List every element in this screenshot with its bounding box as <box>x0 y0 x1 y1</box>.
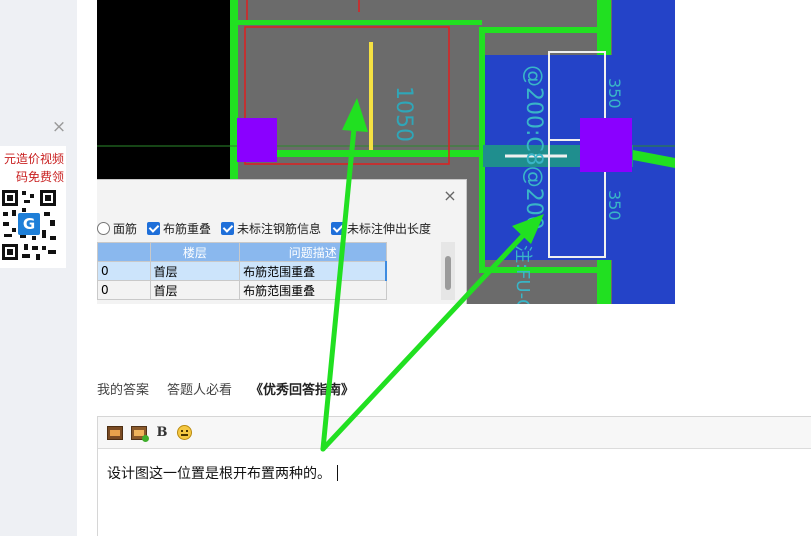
radio-label: 面筋 <box>113 221 138 236</box>
text-caret <box>337 465 338 481</box>
promo-line-1: 元造价视频 <box>3 152 64 166</box>
column-header: 问题描述 <box>239 242 387 262</box>
rebar-label-note: 注:FU-C8 <box>512 245 533 304</box>
checkbox-overlap-icon[interactable] <box>147 221 161 235</box>
upload-image-icon[interactable] <box>131 425 149 442</box>
bold-button[interactable]: B <box>155 425 169 440</box>
qr-badge-text: G <box>23 215 35 233</box>
table-cell: 布筋范围重叠 <box>239 261 388 281</box>
issues-table: 楼层 问题描述 0 首层 布筋范围重叠 0 首层 布筋范围重叠 <box>97 242 388 300</box>
table-cell: 0 <box>97 280 151 300</box>
table-cell: 布筋范围重叠 <box>239 280 387 300</box>
table-header-row: 楼层 问题描述 <box>97 242 387 262</box>
scrollbar-thumb[interactable] <box>445 256 451 290</box>
rebar-label-top: @200:C8@200 <box>521 65 546 230</box>
editor-toolbar: B <box>98 417 811 449</box>
checkbox-unlabeled-extension-label: 未标注伸出长度 <box>347 221 432 236</box>
ad-close-icon[interactable]: × <box>50 118 68 136</box>
table-cell: 0 <box>97 261 151 281</box>
checkbox-unlabeled-rebar-icon[interactable] <box>221 221 235 235</box>
tab-must-read[interactable]: 答题人必看 <box>167 379 232 398</box>
table-cell: 首层 <box>149 280 241 300</box>
promo-ad[interactable]: 元造价视频 码免费领 G <box>0 146 66 268</box>
guide-link[interactable]: 《优秀回答指南》 <box>250 379 354 398</box>
checkbox-overlap-label: 布筋重叠 <box>163 221 212 236</box>
dimension-350-top: 350 <box>605 78 624 109</box>
column-header: 楼层 <box>149 242 241 262</box>
check-results-dialog: × 面筋 布筋重叠 未标注钢筋信息 未标注伸出长度 楼层 问题描述 0 首层 布… <box>97 179 467 304</box>
answer-tabs: 我的答案 答题人必看 《优秀回答指南》 <box>97 378 354 398</box>
qr-code-icon: G <box>0 188 58 262</box>
promo-line-2: 码免费领 <box>15 170 64 184</box>
column-header <box>97 242 151 262</box>
radio-icon[interactable] <box>97 221 110 235</box>
left-sidebar: × 元造价视频 码免费领 G <box>0 0 77 536</box>
table-row[interactable]: 0 首层 布筋范围重叠 <box>97 280 387 300</box>
tab-my-answer[interactable]: 我的答案 <box>97 379 149 398</box>
dimension-1050: 1050 <box>391 86 416 142</box>
dimension-350-bottom: 350 <box>605 190 624 221</box>
emoji-icon[interactable] <box>177 425 192 440</box>
editor-content: 设计图这一位置是根开布置两种的。 <box>107 466 331 482</box>
answer-editor: B 设计图这一位置是根开布置两种的。 <box>97 416 811 536</box>
filter-options: 面筋 布筋重叠 未标注钢筋信息 未标注伸出长度 <box>97 218 431 238</box>
table-row[interactable]: 0 首层 布筋范围重叠 <box>97 261 388 281</box>
editor-text-area[interactable]: 设计图这一位置是根开布置两种的。 <box>98 449 811 536</box>
table-cell: 首层 <box>149 261 241 281</box>
table-scrollbar[interactable] <box>441 242 455 300</box>
insert-image-icon[interactable] <box>107 425 123 440</box>
checkbox-unlabeled-extension-icon[interactable] <box>331 221 345 235</box>
checkbox-unlabeled-rebar-label: 未标注钢筋信息 <box>237 221 322 236</box>
dialog-close-icon[interactable]: × <box>442 188 458 204</box>
